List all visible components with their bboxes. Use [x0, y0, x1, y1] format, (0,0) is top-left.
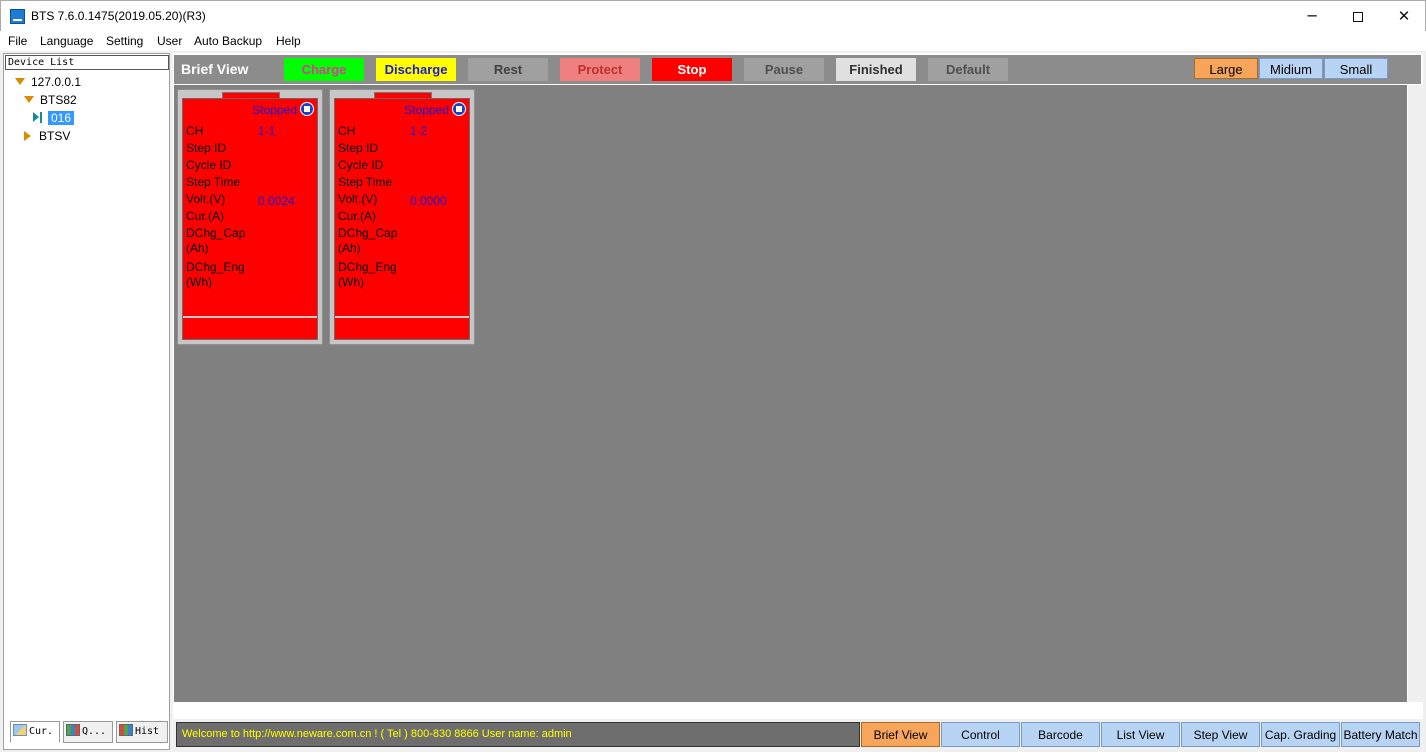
channel-card[interactable]: Stopped CH 1-1 Step ID Cycle ID Step Tim…	[177, 89, 323, 345]
device-list-panel: Device List 127.0.0.1 BTS82 016 BTSV Cur…	[3, 53, 170, 750]
size-large-button[interactable]: Large	[1194, 58, 1258, 79]
channel-status: Stopped	[252, 103, 297, 117]
menu-setting[interactable]: Setting	[106, 34, 143, 48]
tab-history[interactable]: Hist	[116, 721, 168, 743]
menu-bar: File Language Setting User Auto Backup H…	[0, 31, 1426, 51]
history-icon	[119, 724, 133, 736]
legend-pause: Pause	[744, 58, 824, 81]
label-ch: CH	[186, 124, 204, 138]
label-dchg-eng: DChg_Eng	[186, 260, 245, 274]
tree-node-unit[interactable]: 016	[33, 110, 75, 126]
label-volt: Volt.(V)	[338, 192, 378, 206]
bottom-bar: Welcome to http://www.neware.com.cn ! ( …	[173, 719, 1426, 750]
legend-charge: Charge	[284, 58, 364, 81]
status-legend-bar: Brief View Charge Discharge Rest Protect…	[174, 55, 1421, 84]
label-step-id: Step ID	[338, 141, 379, 155]
menu-user[interactable]: User	[157, 34, 182, 48]
legend-stop: Stop	[652, 58, 732, 81]
stop-icon	[300, 102, 314, 116]
tree-node-bts82[interactable]: BTS82	[24, 92, 77, 108]
menu-auto-backup[interactable]: Auto Backup	[194, 34, 262, 48]
legend-protect: Protect	[560, 58, 640, 81]
legend-rest: Rest	[468, 58, 548, 81]
left-panel-tabs: Cur. Q... Hist	[10, 721, 168, 743]
stop-icon	[452, 102, 466, 116]
card-body: Stopped CH 1-2 Step ID Cycle ID Step Tim…	[334, 98, 470, 340]
tab-query[interactable]: Q...	[63, 721, 113, 743]
nav-battery-match[interactable]: Battery Match	[1341, 722, 1420, 747]
menu-file[interactable]: File	[8, 34, 27, 48]
channel-status: Stopped	[404, 103, 449, 117]
label-cycle-id: Cycle ID	[338, 158, 384, 172]
tree-node-btsv[interactable]: BTSV	[24, 128, 70, 144]
menu-language[interactable]: Language	[40, 34, 93, 48]
label-ch: CH	[338, 124, 356, 138]
nav-step-view[interactable]: Step View	[1181, 722, 1260, 747]
label-dchg-eng-unit: (Wh)	[186, 275, 212, 289]
card-body: Stopped CH 1-1 Step ID Cycle ID Step Tim…	[182, 98, 318, 340]
menu-help[interactable]: Help	[276, 34, 301, 48]
unit-running-icon	[33, 112, 43, 124]
value-volt: 0.0000	[410, 194, 447, 208]
label-cycle-id: Cycle ID	[186, 158, 232, 172]
device-list-header: Device List	[5, 55, 169, 70]
current-data-icon	[13, 724, 27, 736]
tree-label-bts82: BTS82	[40, 93, 77, 107]
label-step-id: Step ID	[186, 141, 227, 155]
expand-arrow-icon[interactable]	[15, 78, 25, 86]
maximize-icon	[1353, 11, 1363, 22]
nav-barcode[interactable]: Barcode	[1021, 722, 1100, 747]
label-dchg-cap-unit: (Ah)	[186, 241, 209, 255]
tab-current[interactable]: Cur.	[10, 721, 60, 743]
label-dchg-eng: DChg_Eng	[338, 260, 397, 274]
tree-label-ip: 127.0.0.1	[31, 75, 82, 89]
label-volt: Volt.(V)	[186, 192, 226, 206]
value-ch: 1-1	[258, 124, 276, 138]
collapse-arrow-icon[interactable]	[24, 130, 31, 141]
legend-discharge: Discharge	[376, 58, 456, 81]
expand-arrow-icon[interactable]	[24, 96, 34, 104]
nav-cap-grading[interactable]: Cap. Grading	[1261, 722, 1340, 747]
card-divider	[183, 316, 317, 318]
minimize-button[interactable]: ─	[1289, 1, 1335, 31]
label-step-time: Step Time	[338, 175, 393, 189]
label-dchg-cap: DChg_Cap	[186, 226, 246, 240]
label-step-time: Step Time	[186, 175, 241, 189]
nav-list-view[interactable]: List View	[1101, 722, 1180, 747]
label-cur: Cur.(A)	[186, 209, 225, 223]
tree-node-ip[interactable]: 127.0.0.1	[15, 74, 81, 90]
nav-control[interactable]: Control	[941, 722, 1020, 747]
value-volt: 0.0024	[258, 194, 295, 208]
size-medium-button[interactable]: Midium	[1259, 58, 1323, 79]
close-button[interactable]: ✕	[1381, 1, 1426, 31]
legend-finished: Finished	[836, 58, 916, 81]
channel-card[interactable]: Stopped CH 1-2 Step ID Cycle ID Step Tim…	[329, 89, 475, 345]
app-icon	[10, 9, 25, 24]
tree-label-btsv: BTSV	[39, 129, 71, 143]
nav-brief-view[interactable]: Brief View	[861, 722, 940, 747]
legend-default: Default	[928, 58, 1008, 81]
label-cur: Cur.(A)	[338, 209, 377, 223]
window-title: BTS 7.6.0.1475(2019.05.20)(R3)	[31, 9, 206, 23]
value-ch: 1-2	[410, 124, 428, 138]
label-dchg-eng-unit: (Wh)	[338, 275, 364, 289]
size-small-button[interactable]: Small	[1324, 58, 1388, 79]
welcome-message: Welcome to http://www.neware.com.cn ! ( …	[176, 722, 860, 747]
label-dchg-cap-unit: (Ah)	[338, 241, 361, 255]
tree-label-unit: 016	[48, 111, 75, 125]
vertical-scrollbar[interactable]	[1408, 85, 1423, 702]
view-title: Brief View	[181, 61, 249, 77]
query-icon	[66, 724, 80, 736]
card-divider	[335, 316, 469, 318]
maximize-button[interactable]	[1335, 1, 1381, 31]
title-bar: BTS 7.6.0.1475(2019.05.20)(R3) ─ ✕	[0, 0, 1426, 31]
label-dchg-cap: DChg_Cap	[338, 226, 398, 240]
